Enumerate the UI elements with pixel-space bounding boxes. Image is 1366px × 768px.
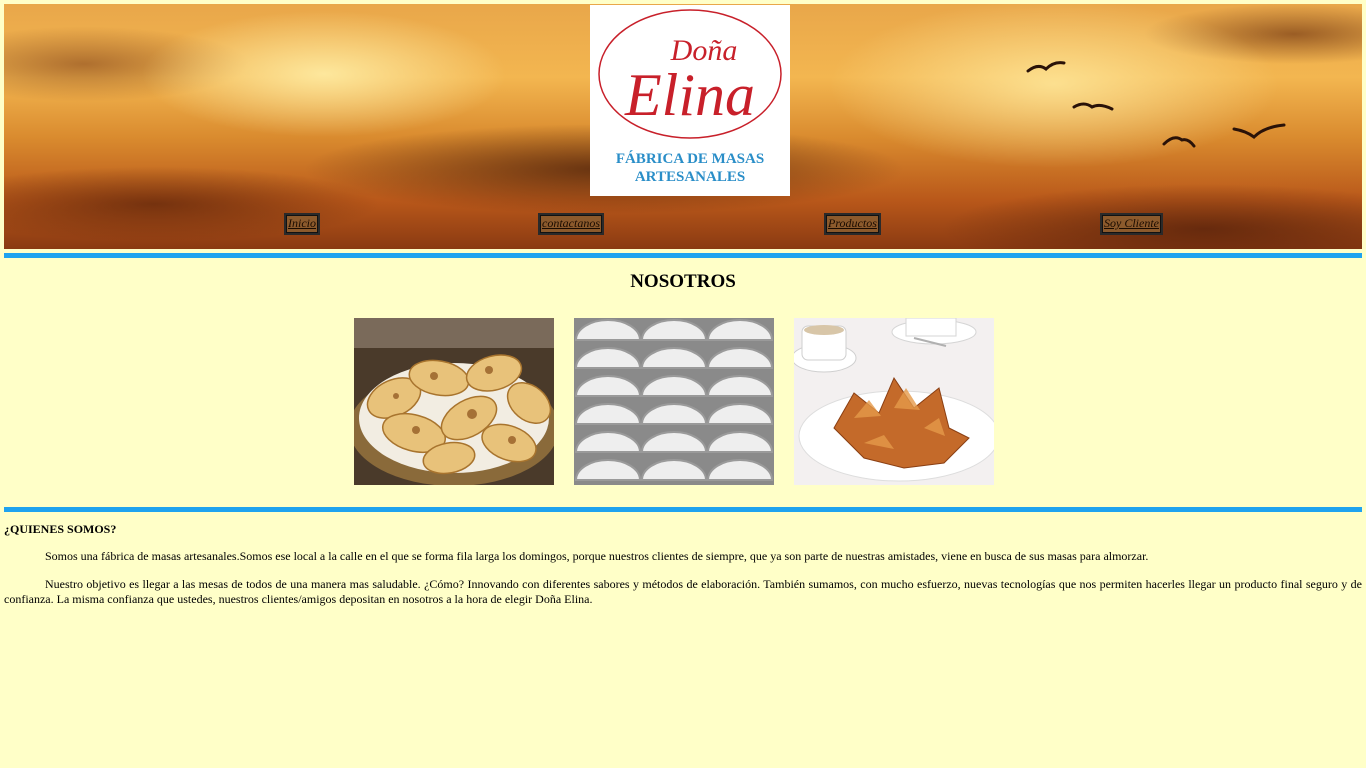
empanadas-basket-photo: [354, 318, 554, 485]
birds-icon: [1026, 61, 1286, 148]
nav-link-productos[interactable]: Productos: [824, 213, 881, 235]
top-divider: [4, 253, 1362, 258]
logo-tagline-line2: ARTESANALES: [635, 169, 745, 185]
raw-empanadas-photo: [574, 318, 774, 485]
page-title: NOSOTROS: [630, 271, 736, 292]
middle-divider: [4, 507, 1362, 512]
logo-tagline-line1: FÁBRICA DE MASAS: [616, 150, 764, 167]
nav-link-inicio[interactable]: Inicio: [284, 213, 320, 235]
about-heading: ¿QUIENES SOMOS?: [4, 522, 117, 536]
nav-link-soy-cliente[interactable]: Soy Cliente: [1100, 213, 1163, 235]
brand-logo[interactable]: Doña Elina FÁBRICA DE MASAS ARTESANALES: [590, 5, 790, 196]
nav-link-contactanos[interactable]: contactanos: [538, 213, 604, 235]
about-paragraph-2: Nuestro objetivo es llegar a las mesas d…: [4, 577, 1362, 606]
header-banner: Doña Elina FÁBRICA DE MASAS ARTESANALES …: [4, 4, 1362, 249]
about-paragraph-1: Somos una fábrica de masas artesanales.S…: [45, 549, 1149, 563]
pastries-and-coffee-photo: [794, 318, 994, 485]
logo-brand-large: Elina: [624, 62, 755, 128]
